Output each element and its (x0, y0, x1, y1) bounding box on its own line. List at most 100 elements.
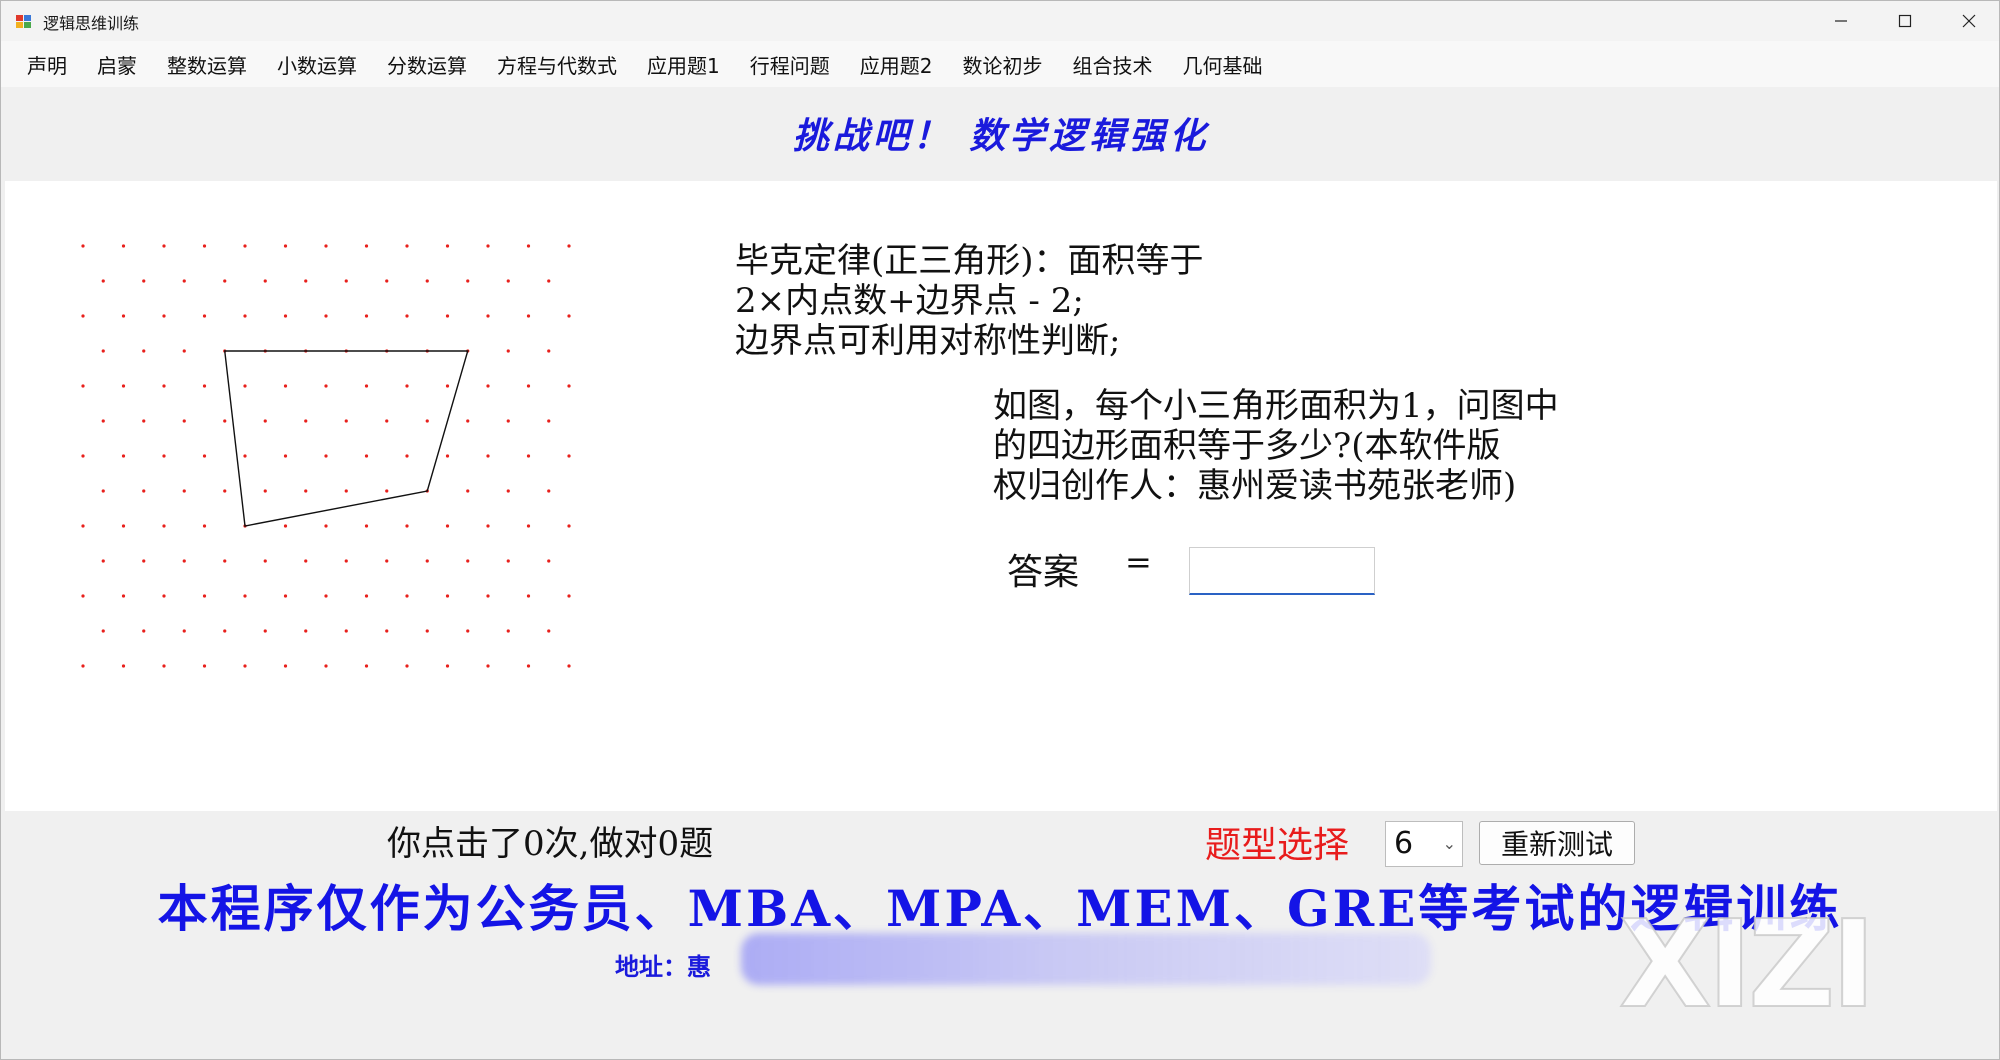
lattice-dot (324, 384, 328, 388)
lattice-dot (486, 594, 490, 598)
lattice-dot (385, 559, 389, 563)
lattice-dot (405, 384, 409, 388)
lattice-dot (547, 419, 551, 423)
header-title: 挑战吧！ 数学逻辑强化 (792, 115, 1210, 157)
lattice-dot (263, 279, 267, 283)
lattice-dot (162, 594, 166, 598)
lattice-dot (101, 349, 105, 353)
lattice-dot (121, 524, 126, 528)
minimize-button[interactable] (1809, 1, 1873, 41)
menu-item-geometry-basics[interactable]: 几何基础 (1182, 50, 1262, 79)
question-type-label: 题型选择 (1205, 825, 1350, 866)
lattice-dot (405, 594, 409, 598)
question-type-select[interactable]: 6 ⌄ (1385, 821, 1463, 867)
lattice-dot (81, 384, 85, 388)
lattice-dot (182, 349, 186, 353)
lattice-dot (283, 524, 288, 528)
menu-item-word-problems-1[interactable]: 应用题1 (647, 50, 720, 79)
lattice-dot (121, 454, 126, 458)
menu-item-decimal-ops[interactable]: 小数运算 (277, 50, 357, 79)
lattice-dot (445, 594, 450, 598)
lattice-dot (162, 524, 166, 528)
lattice-dot (526, 454, 531, 458)
question-type-value: 6 (1394, 826, 1414, 861)
lattice-dot (202, 384, 207, 388)
lattice-dot (344, 629, 348, 633)
menu-item-integer-ops[interactable]: 整数运算 (167, 50, 247, 79)
lattice-dot (223, 419, 227, 423)
lattice-dot (567, 664, 571, 668)
window-title: 逻辑思维训练 (43, 14, 140, 33)
lattice-dot (243, 454, 247, 458)
menu-item-equations[interactable]: 方程与代数式 (497, 50, 617, 79)
lattice-dot (142, 559, 146, 563)
lattice-dot (425, 419, 429, 423)
lattice-dot (567, 384, 571, 388)
lattice-dot (445, 454, 450, 458)
menu-item-fraction-ops[interactable]: 分数运算 (387, 50, 467, 79)
lattice-dot (263, 629, 267, 633)
close-icon (1962, 14, 1976, 28)
lattice-dot (526, 524, 531, 528)
lattice-dot (101, 279, 105, 283)
lattice-dot (263, 559, 267, 563)
lattice-dot (202, 594, 207, 598)
lattice-dot (405, 664, 409, 668)
lattice-dot (182, 629, 186, 633)
lattice-dot (142, 349, 146, 353)
lattice-dot (324, 314, 328, 318)
lattice-dot (547, 279, 551, 283)
lattice-dot (405, 244, 409, 248)
close-button[interactable] (1937, 1, 2000, 41)
lattice-dot (364, 384, 369, 388)
lattice-dot (202, 314, 207, 318)
lattice-dot (142, 419, 146, 423)
quadrilateral-shape (223, 350, 469, 527)
lattice-dot (445, 664, 450, 668)
lattice-dot (344, 559, 348, 563)
lattice-dot (445, 524, 450, 528)
lattice-dot (121, 384, 126, 388)
lattice-dot (445, 244, 450, 248)
menu-item-combinatorics[interactable]: 组合技术 (1072, 50, 1152, 79)
menu-item-word-problems-2[interactable]: 应用题2 (860, 50, 933, 79)
lattice-dot (425, 629, 429, 633)
minimize-icon (1835, 20, 1847, 22)
menu-item-travel-problems[interactable]: 行程问题 (750, 50, 830, 79)
question-text: 如图，每个小三角形面积为1，问图中 的四边形面积等于多少?(本软件版 权归创作人… (993, 386, 1559, 506)
lattice-dot (243, 314, 247, 318)
answer-label: 答案 (1007, 552, 1080, 593)
address-text: 地址：惠 (615, 952, 711, 981)
lattice-dot (81, 594, 85, 598)
lattice-dot (283, 314, 288, 318)
lattice-dot (526, 384, 531, 388)
retest-button[interactable]: 重新测试 (1479, 821, 1635, 865)
lattice-dot (547, 629, 551, 633)
menu-bar: 声明 启蒙 整数运算 小数运算 分数运算 方程与代数式 应用题1 行程问题 应用… (1, 41, 1999, 87)
triangle-lattice-figure (81, 244, 571, 668)
lattice-dot (182, 279, 186, 283)
maximize-button[interactable] (1873, 1, 1937, 41)
menu-item-statement[interactable]: 声明 (27, 50, 67, 79)
lattice-dot (263, 419, 267, 423)
lattice-dot (486, 384, 490, 388)
title-bar[interactable]: 逻辑思维训练 (1, 1, 1999, 41)
lattice-dot (202, 454, 207, 458)
answer-input[interactable] (1189, 547, 1375, 595)
lattice-dot (223, 629, 227, 633)
lattice-dot (81, 244, 85, 248)
menu-item-number-theory[interactable]: 数论初步 (962, 50, 1042, 79)
lattice-dot (81, 524, 85, 528)
lattice-dot (466, 279, 470, 283)
lattice-dot (283, 594, 288, 598)
lattice-dot (101, 629, 105, 633)
menu-item-enlightenment[interactable]: 启蒙 (97, 50, 137, 79)
lattice-dot (121, 314, 126, 318)
equals-sign: = (1125, 543, 1152, 581)
lattice-dot (486, 314, 490, 318)
lattice-dot (506, 279, 510, 283)
lattice-dot (506, 559, 510, 563)
lattice-dot (385, 629, 389, 633)
app-icon (16, 15, 31, 28)
lattice-dot (263, 489, 267, 493)
